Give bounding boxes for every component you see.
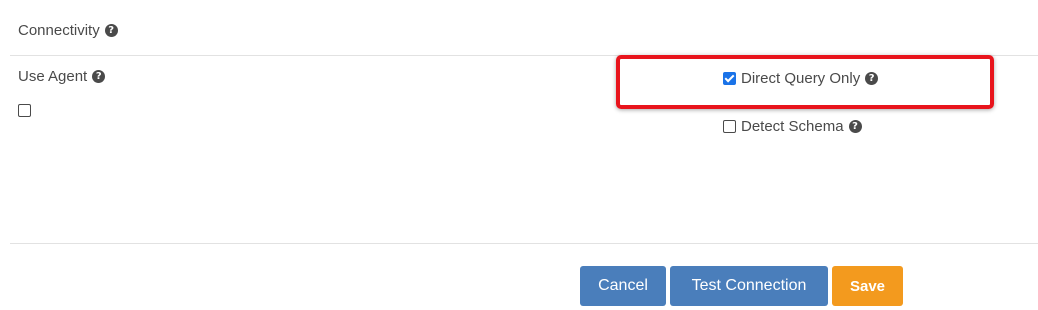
divider (10, 243, 1038, 244)
connectivity-form: Connectivity ? Use Agent ? Direct Query … (0, 0, 1038, 310)
direct-query-only-checkbox[interactable] (723, 72, 736, 85)
cancel-button[interactable]: Cancel (580, 266, 666, 306)
direct-query-only-label: Direct Query Only (741, 70, 861, 87)
direct-query-only-option[interactable]: Direct Query Only ? (723, 70, 879, 87)
detect-schema-checkbox[interactable] (723, 120, 736, 133)
section-title: Connectivity (18, 22, 100, 39)
divider (10, 55, 1038, 56)
help-icon[interactable]: ? (848, 120, 862, 133)
section-header: Connectivity ? (18, 22, 118, 39)
detect-schema-option[interactable]: Detect Schema ? (723, 118, 862, 135)
help-icon[interactable]: ? (865, 72, 879, 85)
use-agent-checkbox[interactable] (18, 104, 31, 117)
save-button[interactable]: Save (832, 266, 903, 306)
help-icon[interactable]: ? (104, 24, 118, 37)
test-connection-button[interactable]: Test Connection (670, 266, 828, 306)
use-agent-label: Use Agent (18, 68, 88, 85)
help-icon[interactable]: ? (92, 70, 106, 83)
use-agent-label-row: Use Agent ? (18, 68, 106, 85)
detect-schema-label: Detect Schema (741, 118, 844, 135)
